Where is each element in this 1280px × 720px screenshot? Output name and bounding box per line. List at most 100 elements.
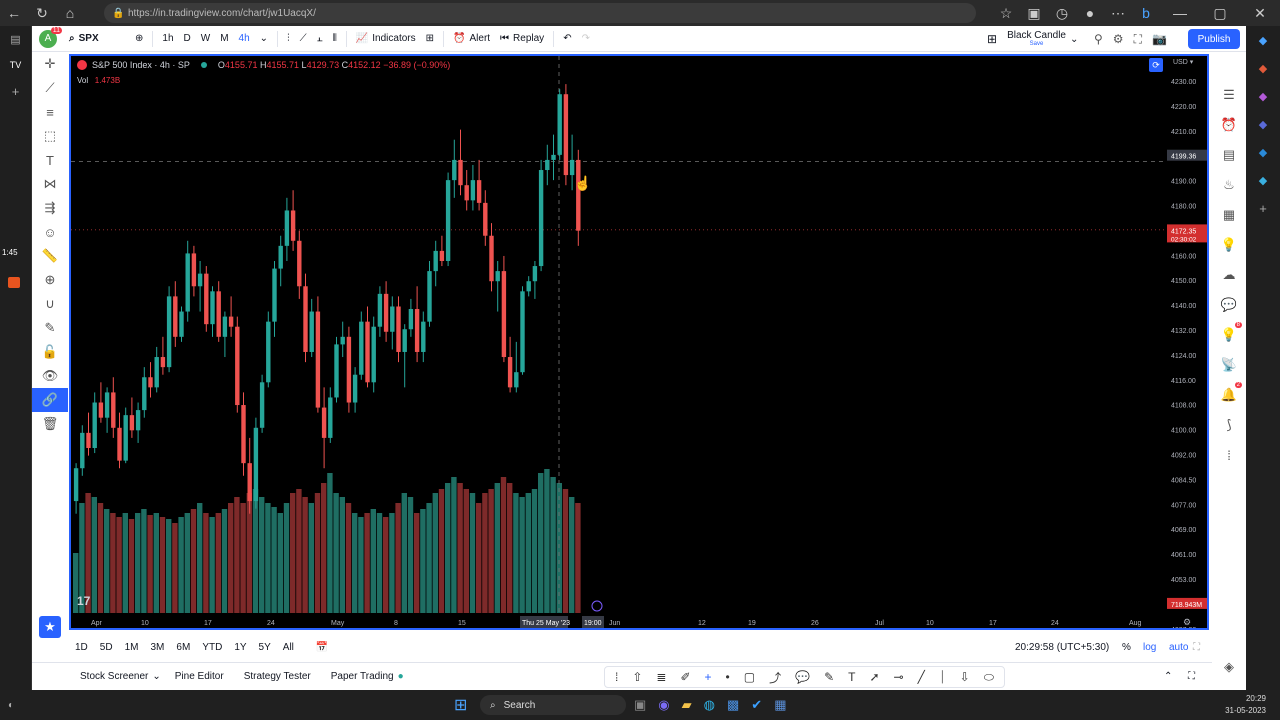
layouts-grid-icon[interactable]: ⊞ [421,26,439,52]
telegram-icon[interactable]: ◆ [1246,166,1280,194]
range-3m[interactable]: 3M [145,642,171,653]
trading-panel-icon[interactable]: ⟆ [1212,410,1246,440]
chevron-down-icon[interactable]: ⌄ [152,671,160,682]
eye-icon[interactable]: 👁 [32,364,68,388]
address-bar[interactable]: 🔒 https://in.tradingview.com/chart/jw1Ua… [104,3,976,23]
ellipse-icon[interactable]: ⬭ [984,670,994,685]
publish-button[interactable]: Publish [1188,29,1240,49]
collapse-up-icon[interactable]: ⌃ [1164,671,1172,682]
streams-icon[interactable]: ☁ [1212,260,1246,290]
range-1m[interactable]: 1M [119,642,145,653]
compare-plus-icon[interactable]: ⊕ [130,26,148,52]
vertical-line-icon[interactable]: ⏐ [939,670,946,685]
dom-icon[interactable]: ⁞ [1212,440,1246,470]
add-icon[interactable]: + [1246,194,1280,222]
system-clock[interactable]: 20:29 31-05-2023 [1225,693,1266,717]
tab-stock-screener[interactable]: Stock Screener [80,671,148,682]
todo-icon[interactable]: ✔ [751,697,762,713]
teams-icon[interactable]: ◉ [658,697,669,713]
range-1y[interactable]: 1Y [228,642,252,653]
alerts-clock-icon[interactable]: ⏰ [1212,110,1246,140]
interval-1h[interactable]: 1h [157,26,178,52]
auto-toggle[interactable]: auto [1169,642,1188,653]
replay-button[interactable]: ⏮ Replay [495,26,549,52]
ruler-icon[interactable]: 📏 [32,244,68,268]
store-icon[interactable]: ▩ [727,697,739,713]
camera-icon[interactable]: 📷 [1152,32,1167,46]
favorites-icon[interactable]: ☆ [992,0,1020,26]
interval-m[interactable]: M [215,26,233,52]
tab-strategy-tester[interactable]: Strategy Tester [244,671,311,682]
candlestick-chart[interactable]: ☝ 4230.00 4220.00 4210.00 4199.36 4190.00 4180… [71,56,1207,628]
settings-gear-icon[interactable]: ⚙ [1113,32,1124,46]
news-icon[interactable]: ▤ [1212,140,1246,170]
clock-timezone[interactable]: 20:29:58 (UTC+5:30) [1015,642,1109,653]
shopping-icon[interactable]: ◆ [1246,54,1280,82]
lock-icon[interactable]: 🔓 [32,340,68,364]
log-toggle[interactable]: log [1143,642,1156,653]
range-1d[interactable]: 1D [69,642,94,653]
rectangle-icon[interactable]: ▢ [744,670,755,684]
calendar-icon[interactable]: ▦ [1212,200,1246,230]
candle-type-icon[interactable]: ⫶ [282,26,295,52]
taskview-icon[interactable]: ▣ [634,697,646,713]
undo-icon[interactable]: ↶ [558,26,576,52]
range-5y[interactable]: 5Y [253,642,277,653]
file-explorer-icon[interactable]: ▰ [682,697,692,713]
link-icon[interactable]: 🔗 [32,388,68,412]
more-icon[interactable]: ⋯ [1104,0,1132,26]
games-icon[interactable]: ◆ [1246,110,1280,138]
range-5d[interactable]: 5D [94,642,119,653]
hotlists-icon[interactable]: ♨ [1212,170,1246,200]
line-chart-icon[interactable]: ⟋ [295,26,312,52]
symbol-search[interactable]: ⌕ SPX [64,26,130,52]
text-icon[interactable]: T [32,148,68,172]
tradingview-tab-icon[interactable]: TV [0,52,31,78]
drag-handle-icon[interactable]: ⁞ [615,670,618,684]
emoji-icon[interactable]: ☺ [32,220,68,244]
new-tab-icon[interactable]: + [0,78,31,104]
redo-icon[interactable]: ↷ [577,26,595,52]
pattern-icon[interactable]: ⬚ [32,124,68,148]
interval-d[interactable]: D [179,26,196,52]
range-ytd[interactable]: YTD [196,642,228,653]
indicators-button[interactable]: 📈 Indicators [351,26,421,52]
tabs-icon[interactable]: ▤ [0,26,31,52]
range-6m[interactable]: 6M [170,642,196,653]
collections-icon[interactable]: ▣ [1020,0,1048,26]
chat-icon[interactable]: 💬 [1212,290,1246,320]
dot-icon[interactable]: • [726,670,730,684]
watchlist-star-icon[interactable]: ★ [39,616,61,638]
quick-search-icon[interactable]: ⚲ [1094,32,1103,46]
outlook-icon[interactable]: ◆ [1246,138,1280,166]
pen-icon[interactable]: ✎ [824,670,834,684]
back-icon[interactable]: ← [0,0,28,26]
windows-start-icon[interactable]: ⊞ [454,695,467,715]
trash-icon[interactable]: 🗑 [32,412,68,436]
chevron-down-icon[interactable]: ⌄ [255,26,273,52]
interval-4h[interactable]: 4h [234,26,255,52]
path-icon[interactable]: ⤴ [769,669,781,686]
copilot-icon[interactable]: ◆ [1246,26,1280,54]
bar-chart-icon[interactable]: ⫠ [312,26,328,52]
weather-icon[interactable]: ◐ [8,700,14,711]
pattern-xabcd-icon[interactable]: ⋈ [32,172,68,196]
watchlist-icon[interactable]: ☰ [1212,80,1246,110]
layers-icon[interactable]: ◈ [1212,652,1246,682]
brush-icon[interactable]: ✐ [680,670,690,684]
parallel-channel-icon[interactable]: ≣ [656,670,666,684]
history-icon[interactable]: ◷ [1048,0,1076,26]
app-icon[interactable]: ▦ [774,697,786,713]
edge-browser-icon[interactable]: ◍ [704,697,715,713]
cursor-icon[interactable]: ➚ [869,670,879,684]
callout-icon[interactable]: 💬 [795,670,810,684]
bell-icon[interactable]: 🔔 2 [1212,380,1246,410]
tab-paper-trading[interactable]: Paper Trading [331,671,394,682]
home-icon[interactable]: ⌂ [56,0,84,26]
arrow-up-icon[interactable]: ⇧ [632,670,642,684]
maximize-panel-icon[interactable]: ⛶ [1193,642,1200,653]
trend-line-icon[interactable]: ⟋ [32,76,68,100]
tools-icon[interactable]: ◆ [1246,82,1280,110]
close-icon[interactable]: ✕ [1240,0,1280,26]
expand-icon[interactable]: ⛶ [1188,671,1195,682]
